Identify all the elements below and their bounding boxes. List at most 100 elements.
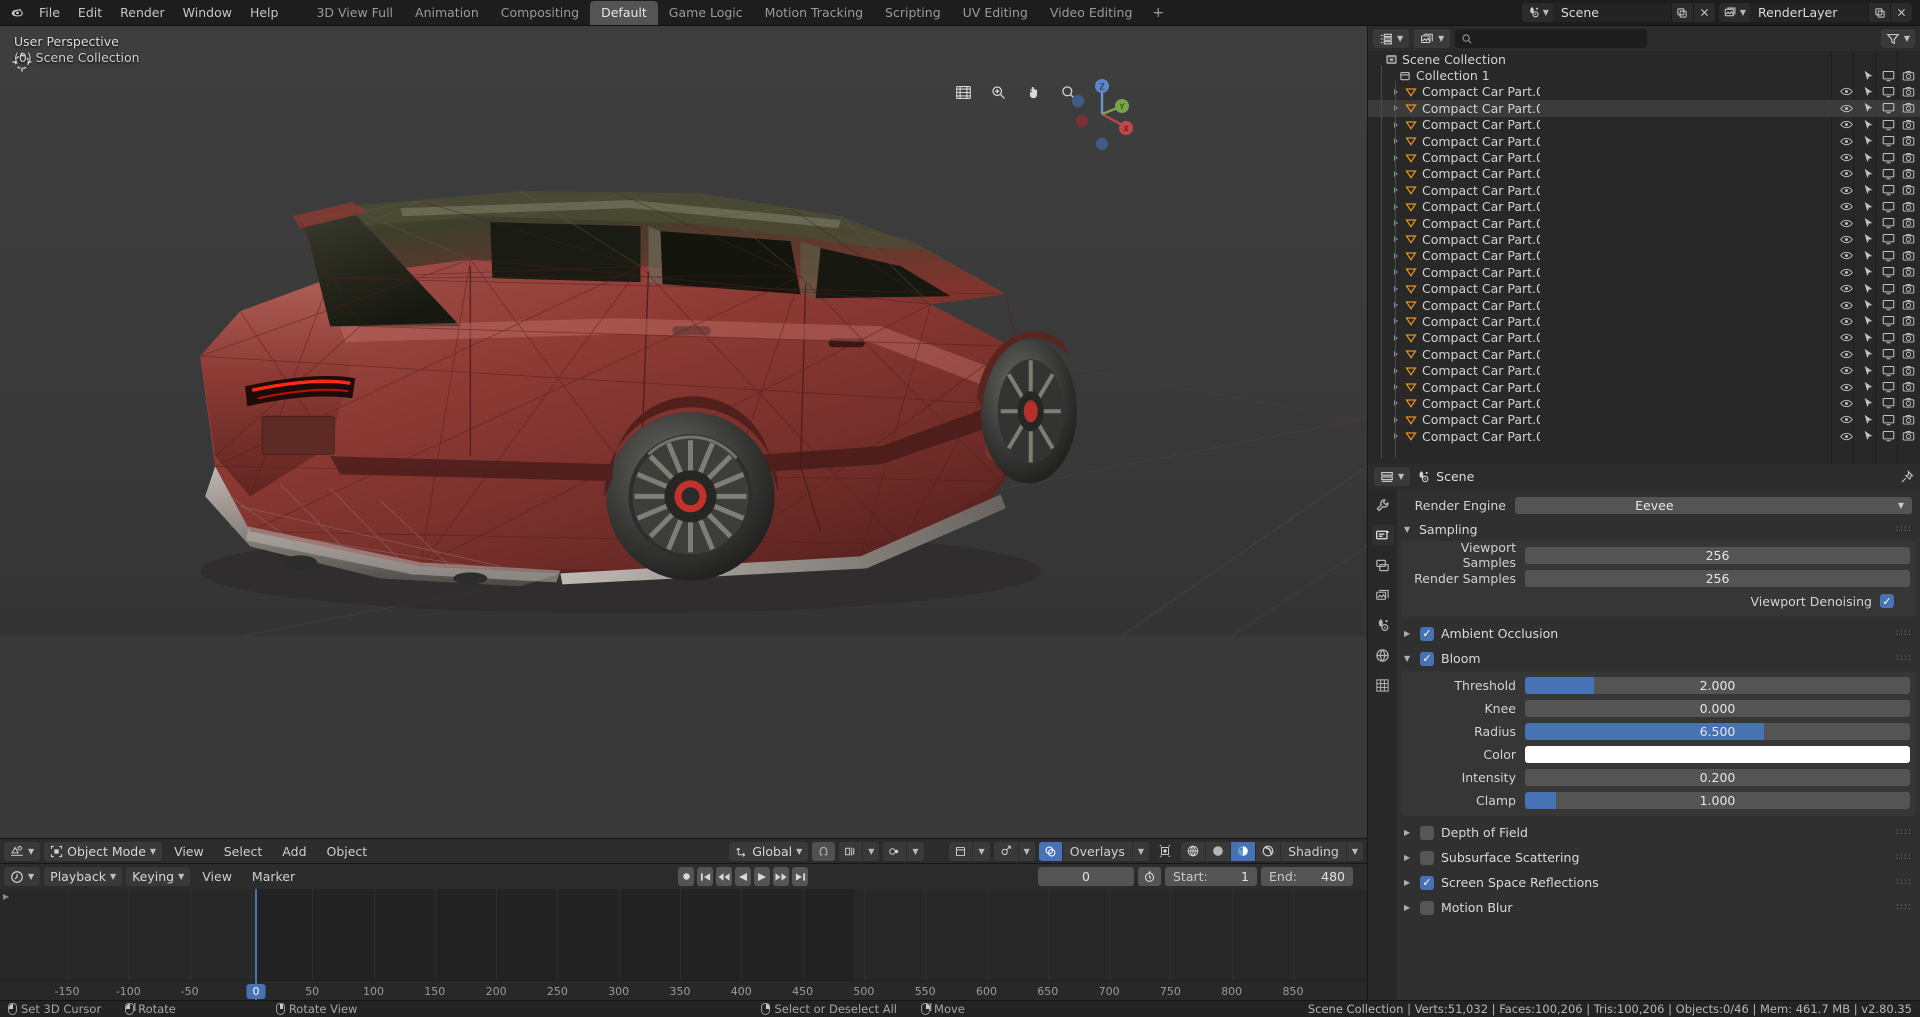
timeline-ruler[interactable]: -150 -100 -50 50 100 150 200 250 300 350 400 450 500…	[0, 980, 1367, 1000]
outliner-row-object[interactable]: Compact Car Part.0	[1368, 149, 1920, 165]
eye-icon[interactable]	[1836, 185, 1856, 196]
workspace-tab-animation[interactable]: Animation	[404, 1, 490, 25]
screen-space-reflections-checkbox[interactable]: ✓	[1420, 875, 1434, 890]
play-icon[interactable]	[754, 867, 770, 886]
viewport-samples-field[interactable]: 256	[1525, 546, 1910, 564]
expand-arrow-icon[interactable]	[1392, 252, 1403, 260]
camera-render-icon[interactable]	[1898, 381, 1918, 393]
camera-render-icon[interactable]	[1898, 86, 1918, 98]
eye-icon[interactable]	[1836, 152, 1856, 163]
ambient-occlusion-checkbox[interactable]: ✓	[1420, 626, 1434, 641]
monitor-icon[interactable]	[1878, 135, 1898, 147]
motion-blur-panel-header[interactable]: ▶ Motion Blur ::::	[1397, 895, 1920, 920]
outliner-search-input[interactable]	[1455, 29, 1648, 48]
monitor-icon[interactable]	[1878, 119, 1898, 131]
record-icon[interactable]	[678, 867, 694, 886]
expand-arrow-icon[interactable]	[1392, 137, 1403, 145]
outliner-row-collection-1[interactable]: Collection 1	[1368, 67, 1920, 83]
cursor-select-icon[interactable]	[1858, 119, 1878, 131]
cursor-select-icon[interactable]	[1858, 184, 1878, 196]
outliner-row-object[interactable]: Compact Car Part.0	[1368, 133, 1920, 149]
object-types-visibility-dropdown[interactable]: ▼	[949, 841, 990, 861]
stopwatch-icon[interactable]	[1138, 867, 1161, 886]
scene-new-button[interactable]	[1670, 3, 1693, 22]
camera-render-icon[interactable]	[1898, 119, 1918, 131]
timeline-menu-view[interactable]: View	[194, 867, 240, 886]
outliner-row-object[interactable]: Compact Car Part.0	[1368, 297, 1920, 313]
timeline-left-handle[interactable]	[2, 893, 9, 900]
gizmo-dropdown[interactable]: ▼	[993, 841, 1035, 861]
monitor-icon[interactable]	[1878, 397, 1898, 409]
editor-3dview-icon[interactable]: ▼	[4, 841, 41, 861]
end-frame-field[interactable]: End: 480	[1261, 867, 1353, 886]
timeline-body[interactable]: -150 -100 -50 50 100 150 200 250 300 350 400 450 500…	[0, 889, 1367, 1000]
cursor-select-icon[interactable]	[1858, 168, 1878, 180]
viewport-menu-add[interactable]: Add	[274, 842, 314, 861]
motion-blur-checkbox[interactable]	[1420, 900, 1434, 915]
eye-icon[interactable]	[1836, 267, 1856, 278]
expand-arrow-icon[interactable]	[1392, 88, 1403, 96]
properties-tab-view-layer[interactable]	[1372, 585, 1394, 605]
monitor-icon[interactable]	[1878, 184, 1898, 196]
expand-arrow-icon[interactable]	[1392, 219, 1403, 227]
outliner-row-object[interactable]: Compact Car Part.0	[1368, 199, 1920, 215]
eye-icon[interactable]	[1836, 431, 1856, 442]
menu-window[interactable]: Window	[174, 2, 241, 23]
camera-render-icon[interactable]	[1898, 299, 1918, 311]
workspace-tab-default[interactable]: Default	[590, 0, 658, 25]
cursor-select-icon[interactable]	[1858, 102, 1878, 114]
monitor-icon[interactable]	[1878, 70, 1898, 82]
eye-icon[interactable]	[1836, 398, 1856, 409]
properties-tab-render[interactable]	[1371, 525, 1394, 545]
outliner-row-object[interactable]: Compact Car Part.0	[1368, 313, 1920, 329]
expand-arrow-icon[interactable]	[1392, 268, 1403, 276]
monitor-icon[interactable]	[1878, 152, 1898, 164]
monitor-icon[interactable]	[1878, 381, 1898, 393]
cursor-select-icon[interactable]	[1858, 283, 1878, 295]
eye-icon[interactable]	[1836, 234, 1856, 245]
blender-logo-icon[interactable]	[4, 2, 30, 24]
cursor-select-icon[interactable]	[1858, 332, 1878, 344]
camera-render-icon[interactable]	[1898, 414, 1918, 426]
properties-tab-texture[interactable]	[1372, 675, 1394, 695]
camera-render-icon[interactable]	[1898, 70, 1918, 82]
cursor-select-icon[interactable]	[1858, 397, 1878, 409]
monitor-icon[interactable]	[1878, 233, 1898, 245]
expand-arrow-icon[interactable]	[1392, 154, 1403, 162]
eye-icon[interactable]	[1836, 218, 1856, 229]
cursor-select-icon[interactable]	[1858, 135, 1878, 147]
expand-arrow-icon[interactable]	[1392, 367, 1403, 375]
editor-properties-icon[interactable]: ▼	[1374, 467, 1411, 486]
cursor-select-icon[interactable]	[1858, 70, 1878, 82]
proportional-edit-dropdown[interactable]: ▼	[883, 841, 924, 861]
expand-arrow-icon[interactable]	[1392, 416, 1403, 424]
outliner-row-object[interactable]: Compact Car Part.0	[1368, 330, 1920, 346]
monitor-icon[interactable]	[1878, 348, 1898, 360]
object-mode-dropdown[interactable]: Object Mode ▼	[44, 841, 163, 861]
monitor-icon[interactable]	[1878, 414, 1898, 426]
render-samples-field[interactable]: 256	[1525, 569, 1910, 587]
cursor-select-icon[interactable]	[1858, 299, 1878, 311]
camera-render-icon[interactable]	[1898, 168, 1918, 180]
cursor-select-icon[interactable]	[1858, 266, 1878, 278]
workspace-tab-compositing[interactable]: Compositing	[490, 1, 590, 25]
expand-arrow-icon[interactable]	[1392, 121, 1403, 129]
view-layer-name-field[interactable]: RenderLayer	[1750, 3, 1868, 22]
properties-tab-output[interactable]	[1372, 555, 1394, 575]
screen-space-reflections-panel-header[interactable]: ▶ ✓ Screen Space Reflections ::::	[1397, 870, 1920, 895]
3d-viewport[interactable]: User Perspective (0) Scene Collection Z …	[0, 26, 1367, 838]
expand-arrow-icon[interactable]	[1392, 186, 1403, 194]
camera-render-icon[interactable]	[1898, 184, 1918, 196]
expand-arrow-icon[interactable]	[1392, 317, 1403, 325]
outliner-row-object[interactable]: Compact Car Part.0	[1368, 428, 1920, 444]
depth-of-field-checkbox[interactable]	[1420, 825, 1434, 840]
cursor-select-icon[interactable]	[1858, 86, 1878, 98]
sampling-panel-header[interactable]: ▼ Sampling ::::	[1397, 518, 1920, 541]
viewport-denoising-checkbox[interactable]: ✓	[1880, 594, 1894, 608]
expand-arrow-icon[interactable]	[1392, 301, 1403, 309]
outliner-row-object[interactable]: Compact Car Part.0	[1368, 412, 1920, 428]
camera-render-icon[interactable]	[1898, 152, 1918, 164]
outliner-row-object[interactable]: Compact Car Part.0	[1368, 346, 1920, 362]
expand-arrow-icon[interactable]	[1392, 104, 1403, 112]
menu-render[interactable]: Render	[111, 2, 174, 23]
